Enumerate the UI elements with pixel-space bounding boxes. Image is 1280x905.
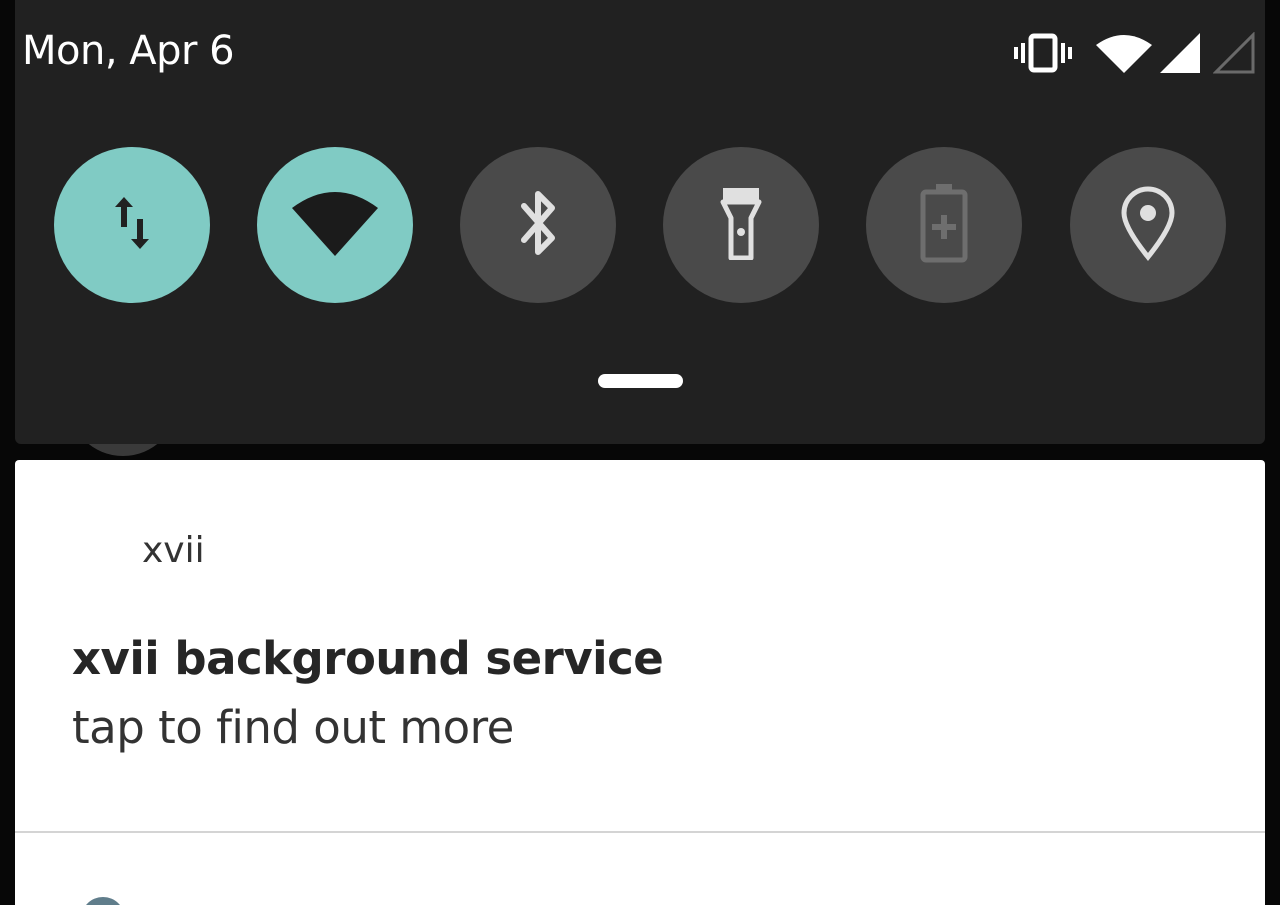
battery-saver-icon bbox=[919, 183, 969, 268]
status-icons bbox=[991, 28, 1255, 78]
tile-mobile-data[interactable] bbox=[54, 147, 210, 303]
tile-location[interactable] bbox=[1070, 147, 1226, 303]
app-icon bbox=[81, 897, 125, 905]
cell-signal-empty-icon bbox=[1213, 32, 1255, 74]
cell-signal-icon bbox=[1159, 32, 1201, 74]
tile-battery-saver[interactable] bbox=[866, 147, 1022, 303]
status-header: Mon, Apr 6 bbox=[15, 0, 1265, 100]
data-transfer-icon bbox=[112, 193, 152, 258]
tile-wifi[interactable] bbox=[257, 147, 413, 303]
vibrate-icon bbox=[1013, 33, 1073, 73]
notification-shade: Mon, Apr 6 xvii xvii background service … bbox=[0, 0, 1280, 905]
notification-card-next[interactable] bbox=[15, 833, 1265, 905]
tile-flashlight[interactable] bbox=[663, 147, 819, 303]
wifi-signal-icon bbox=[1095, 33, 1153, 73]
notification-text: tap to find out more bbox=[72, 701, 514, 754]
quick-settings-panel: Mon, Apr 6 bbox=[15, 0, 1265, 444]
wifi-icon bbox=[290, 190, 380, 261]
expand-handle[interactable] bbox=[598, 374, 683, 388]
notification-app-name: xvii bbox=[142, 530, 205, 571]
notification-title: xvii background service bbox=[72, 632, 664, 685]
quick-settings-tiles bbox=[15, 147, 1265, 303]
location-icon bbox=[1120, 185, 1176, 266]
flashlight-icon bbox=[719, 186, 763, 265]
bluetooth-icon bbox=[518, 186, 558, 265]
tile-bluetooth[interactable] bbox=[460, 147, 616, 303]
date-label[interactable]: Mon, Apr 6 bbox=[22, 28, 235, 74]
